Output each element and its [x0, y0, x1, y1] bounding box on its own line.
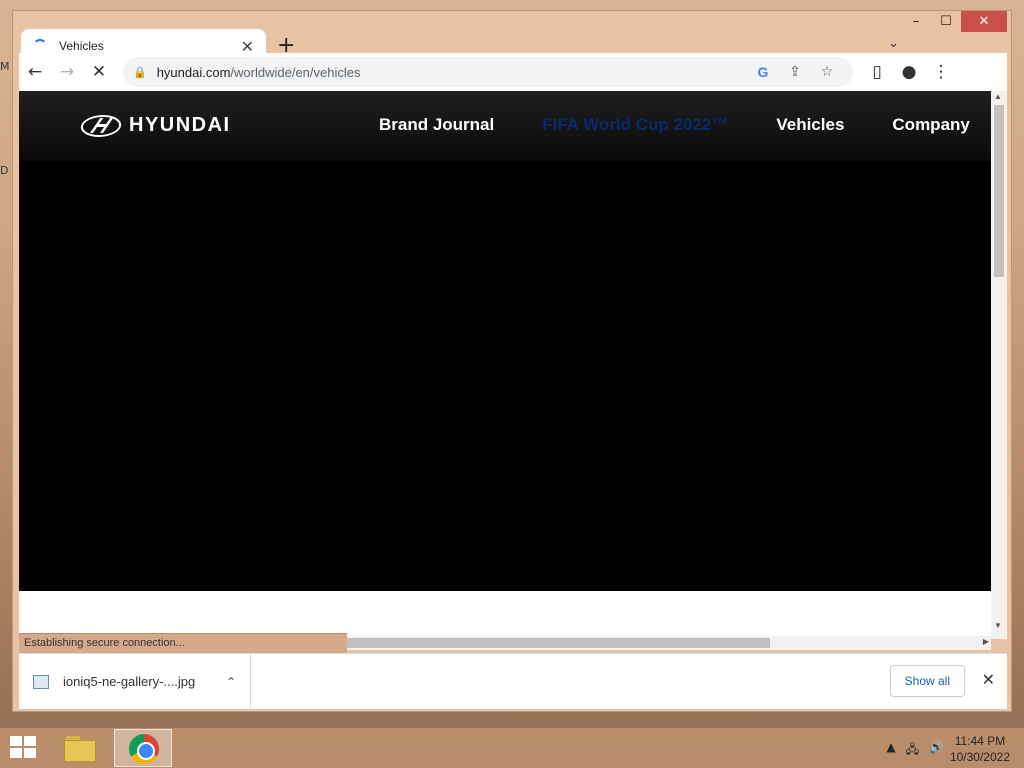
browser-window: – ☐ ✕ Vehicles ✕ + ⌄ ← → ✕ 🔒 hyundai.com…	[12, 10, 1012, 712]
volume-icon[interactable]: 🔊	[929, 740, 944, 761]
profile-avatar-icon[interactable]: ●	[893, 56, 925, 88]
file-explorer-icon[interactable]	[64, 734, 98, 762]
system-tray: ▲ 🖧 🔊	[876, 740, 944, 761]
show-all-button[interactable]: Show all	[889, 665, 965, 697]
start-button[interactable]	[10, 736, 38, 760]
site-header: HYUNDAI Brand Journal FIFA World Cup 202…	[19, 91, 991, 161]
horizontal-scroll-thumb[interactable]	[347, 638, 770, 648]
scroll-down-arrow[interactable]: ▼	[994, 621, 1002, 630]
bookmark-star-icon[interactable]: ☆	[811, 64, 843, 80]
clock-date: 10/30/2022	[949, 750, 1010, 764]
chrome-taskbar-button[interactable]	[114, 729, 172, 767]
url-path: /worldwide/en/vehicles	[230, 64, 361, 80]
hyundai-emblem-icon	[78, 114, 124, 137]
clock[interactable]: 11:44 PM 10/30/2022	[950, 733, 1010, 765]
hero-video-area: HYUNDAI Brand Journal FIFA World Cup 202…	[19, 91, 991, 591]
address-bar[interactable]: 🔒 hyundai.com/worldwide/en/vehicles G ⇪ …	[123, 57, 853, 87]
google-lens-icon[interactable]: G	[747, 64, 779, 80]
share-icon[interactable]: ⇪	[779, 64, 811, 80]
url-text[interactable]: hyundai.com/worldwide/en/vehicles	[157, 65, 747, 80]
download-filename[interactable]: ioniq5-ne-gallery-....jpg	[63, 674, 226, 689]
side-panel-icon[interactable]: ▯	[861, 56, 893, 88]
scroll-up-arrow[interactable]: ▲	[994, 92, 1002, 101]
scroll-right-arrow[interactable]: ▶	[983, 637, 989, 646]
nav-company[interactable]: Company	[892, 115, 969, 135]
chevron-up-icon[interactable]: ⌃	[226, 675, 236, 689]
back-button[interactable]: ←	[19, 56, 51, 88]
main-nav: Brand Journal FIFA World Cup 2022™ Vehic…	[379, 115, 991, 135]
logo-wordmark: HYUNDAI	[129, 114, 231, 136]
show-hidden-icons-icon[interactable]: ▲	[886, 740, 895, 761]
hyundai-logo[interactable]: HYUNDAI	[78, 114, 231, 137]
stop-loading-button[interactable]: ✕	[83, 56, 115, 88]
loading-spinner-icon	[33, 39, 47, 53]
download-item[interactable]: ioniq5-ne-gallery-....jpg ⌃	[19, 654, 251, 709]
status-bubble: Establishing secure connection...	[19, 633, 347, 653]
clock-time: 11:44 PM	[954, 734, 1006, 748]
vertical-scroll-thumb[interactable]	[994, 105, 1004, 277]
nav-fifa-world-cup[interactable]: FIFA World Cup 2022™	[542, 115, 728, 135]
page-viewport: HYUNDAI Brand Journal FIFA World Cup 202…	[19, 91, 991, 639]
forward-button[interactable]: →	[51, 56, 83, 88]
download-shelf: ioniq5-ne-gallery-....jpg ⌃ Show all ✕	[19, 653, 1007, 709]
tab-search-button[interactable]: ⌄	[888, 36, 899, 51]
browser-toolbar: ← → ✕ 🔒 hyundai.com/worldwide/en/vehicle…	[19, 53, 1007, 91]
tab-title: Vehicles	[59, 39, 104, 53]
lock-icon[interactable]: 🔒	[133, 66, 147, 79]
url-host: hyundai.com	[156, 64, 231, 80]
chrome-icon	[129, 734, 159, 764]
image-file-icon	[33, 674, 49, 689]
taskbar: ▲ 🖧 🔊 11:44 PM 10/30/2022	[0, 728, 1024, 768]
vertical-scrollbar[interactable]: ▲ ▼	[991, 91, 1007, 639]
network-icon[interactable]: 🖧	[906, 740, 919, 761]
horizontal-scrollbar[interactable]: ▶	[347, 636, 991, 650]
desktop-icon-label: D	[0, 164, 9, 177]
desktop-icon-label: M	[0, 60, 10, 73]
menu-kebab-icon[interactable]: ⋮	[925, 56, 957, 88]
nav-brand-journal[interactable]: Brand Journal	[379, 115, 494, 135]
close-download-shelf-icon[interactable]: ✕	[982, 670, 995, 689]
nav-vehicles[interactable]: Vehicles	[776, 115, 844, 135]
